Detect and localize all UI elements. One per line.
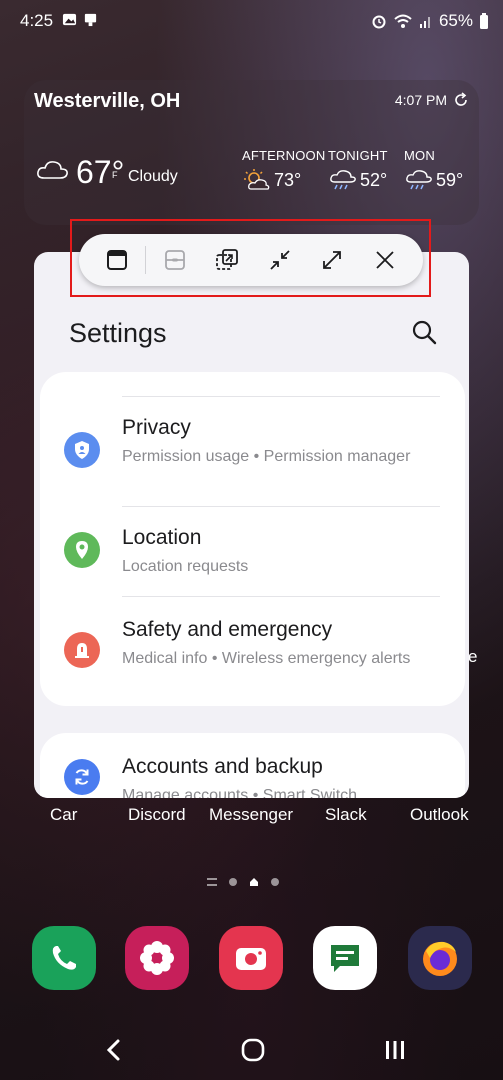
app-label-discord[interactable]: Discord — [128, 805, 186, 825]
settings-item-subtitle: Location requests — [122, 558, 249, 575]
rain-cloud-icon — [330, 170, 356, 190]
weather-updated: 4:07 PM — [395, 92, 469, 108]
firefox-icon — [423, 941, 457, 976]
forecast-tonight: TONIGHT 52° — [328, 148, 388, 191]
recents-icon — [386, 1041, 404, 1059]
app-label-messenger[interactable]: Messenger — [209, 805, 293, 825]
app-label-outlook[interactable]: Outlook — [410, 805, 469, 825]
back-icon — [106, 1039, 120, 1061]
forecast-mon: MON 59° — [404, 148, 463, 191]
refresh-icon[interactable] — [453, 92, 469, 108]
page-indicator — [207, 877, 279, 887]
wifi-icon — [394, 14, 412, 28]
forecast-temp: 59° — [436, 169, 464, 190]
settings-item-title: Privacy — [122, 416, 191, 439]
dock-firefox-app[interactable] — [408, 926, 472, 990]
home-button[interactable] — [233, 1030, 273, 1070]
weather-widget[interactable]: Westerville, OH 4:07 PM 67° F Cloudy AFT… — [24, 80, 479, 225]
message-bubble-icon — [331, 945, 359, 972]
location-pin-icon — [76, 541, 88, 559]
divider — [122, 506, 440, 507]
page-dot — [229, 878, 237, 886]
flower-icon — [140, 941, 174, 975]
status-time: 4:25 — [20, 11, 54, 30]
settings-item-safety[interactable]: Safety and emergency Medical info • Wire… — [40, 602, 465, 702]
divider — [122, 596, 440, 597]
weather-updated-time: 4:07 PM — [394, 92, 447, 108]
highlight-box — [70, 219, 431, 297]
sync-icon — [75, 769, 89, 785]
battery-percent: 65% — [438, 11, 473, 30]
settings-item-title: Location — [122, 526, 202, 549]
settings-item-subtitle: Permission usage • Permission manager — [122, 448, 411, 465]
dock-phone-app[interactable] — [32, 926, 96, 990]
dock-gallery-app[interactable] — [125, 926, 189, 990]
forecast-afternoon: AFTERNOON 73° — [242, 148, 325, 191]
settings-item-title: Accounts and backup — [122, 755, 323, 778]
accounts-icon-bg — [64, 759, 100, 795]
home-page-icon — [250, 878, 258, 886]
back-button[interactable] — [94, 1030, 134, 1070]
divider — [122, 396, 440, 397]
settings-item-location[interactable]: Location Location requests — [40, 512, 465, 596]
page-dot — [271, 878, 279, 886]
page-title: Settings — [69, 318, 167, 348]
rain-cloud-icon — [406, 170, 432, 190]
signal-icon — [419, 17, 430, 28]
safety-icon-bg — [64, 632, 100, 668]
forecast-temp: 52° — [360, 169, 388, 190]
menu-lines-icon — [207, 878, 217, 886]
recents-button[interactable] — [375, 1030, 415, 1070]
search-icon[interactable] — [410, 318, 438, 346]
image-icon — [62, 13, 77, 26]
settings-card: Accounts and backup Manage accounts • Sm… — [40, 733, 465, 798]
forecast-label: TONIGHT — [328, 148, 388, 163]
weather-unit: F — [112, 170, 118, 180]
weather-condition: Cloudy — [128, 168, 178, 185]
settings-popup-window[interactable]: Settings Privacy Permission usage • Perm… — [34, 252, 469, 798]
privacy-icon-bg — [64, 432, 100, 468]
shield-icon — [75, 441, 89, 459]
app-label-slack[interactable]: Slack — [325, 805, 367, 825]
siren-icon — [75, 643, 89, 658]
forecast-label: MON — [404, 148, 435, 163]
settings-item-subtitle: Medical info • Wireless emergency alerts — [122, 650, 411, 667]
cloud-icon — [37, 161, 68, 179]
camera-icon — [236, 948, 266, 970]
sun-cloud-icon — [244, 169, 270, 190]
battery-icon — [480, 13, 488, 29]
settings-item-accounts[interactable]: Accounts and backup Manage accounts • Sm… — [40, 733, 465, 798]
home-icon — [241, 1038, 265, 1062]
forecast-label: AFTERNOON — [242, 148, 326, 163]
settings-item-title: Safety and emergency — [122, 618, 333, 641]
dock-messages-app[interactable] — [313, 926, 377, 990]
location-icon-bg — [64, 532, 100, 568]
app-label-car[interactable]: Car — [50, 805, 77, 825]
dock-camera-app[interactable] — [219, 926, 283, 990]
settings-item-subtitle: Manage accounts • Smart Switch — [122, 787, 358, 798]
phone-icon — [52, 946, 76, 970]
alarm-icon — [372, 15, 386, 29]
status-bar: 4:25 65% — [0, 0, 503, 44]
cast-icon — [84, 13, 97, 27]
forecast-temp: 73° — [274, 169, 302, 190]
settings-item-privacy[interactable]: Privacy Permission usage • Permission ma… — [40, 412, 465, 506]
partial-app-label: e — [468, 647, 478, 666]
weather-city: Westerville, OH — [34, 90, 181, 112]
settings-card: Privacy Permission usage • Permission ma… — [40, 372, 465, 706]
